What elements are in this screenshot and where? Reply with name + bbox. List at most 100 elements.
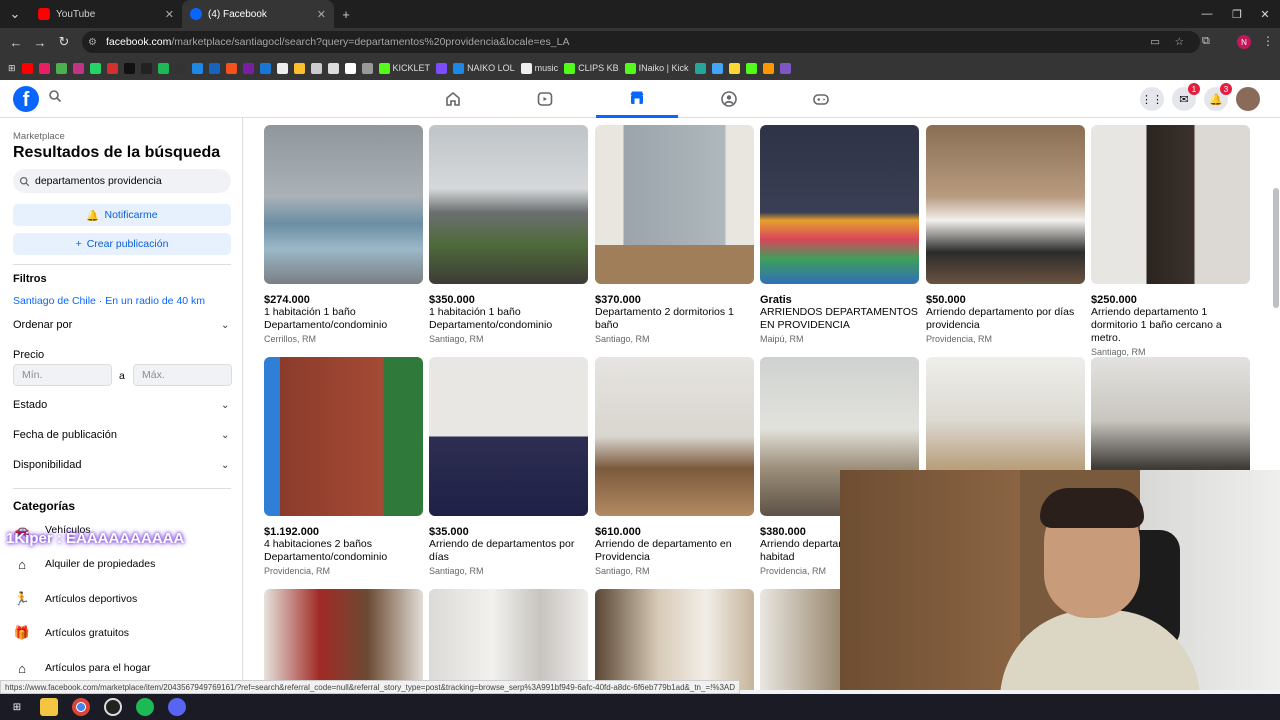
bookmark-item[interactable] — [140, 62, 152, 74]
notifications-bell-icon[interactable]: 🔔 3 — [1204, 83, 1232, 111]
install-icon[interactable]: ▭ — [1150, 36, 1160, 48]
listing-card[interactable]: $350.000 1 habitación 1 baño Departament… — [429, 125, 588, 344]
bookmark-item[interactable] — [779, 62, 791, 74]
menu-icon[interactable]: ⋮ — [1262, 34, 1274, 48]
availability-dropdown[interactable]: Disponibilidad ⌄ — [13, 459, 231, 471]
breadcrumb[interactable]: Marketplace — [13, 131, 65, 142]
menu-grid-icon[interactable]: ⋮⋮ — [1140, 87, 1164, 111]
account-avatar[interactable] — [1236, 87, 1260, 111]
listing-card[interactable]: $50.000 Arriendo departamento por días p… — [926, 125, 1085, 344]
bookmark-item[interactable] — [89, 62, 101, 74]
new-tab-button[interactable]: + — [334, 2, 358, 26]
listing-card[interactable]: $274.000 1 habitación 1 baño Departament… — [264, 125, 423, 344]
bookmark-item[interactable] — [276, 62, 288, 74]
bookmark-item[interactable] — [694, 62, 706, 74]
minimize-button[interactable]: — — [1192, 0, 1222, 28]
discord-icon[interactable] — [168, 698, 186, 716]
min-price-input[interactable]: Mín. — [13, 364, 112, 386]
tab-youtube[interactable]: YouTube ✕ — [30, 0, 182, 28]
listing-card[interactable] — [595, 589, 754, 690]
bookmark-item[interactable] — [762, 62, 774, 74]
apps-icon[interactable]: ⊞ — [8, 63, 16, 74]
category-free[interactable]: 🎁 Artículos gratuitos — [13, 618, 231, 648]
listing-card[interactable]: $1.192.000 4 habitaciones 2 baños Depart… — [264, 357, 423, 576]
extensions-icon[interactable]: ⧉ — [1202, 35, 1210, 48]
bookmark-kicklet[interactable]: KICKLET — [378, 62, 430, 74]
close-window-button[interactable]: ✕ — [1250, 0, 1280, 28]
listing-location: Cerrillos, RM — [264, 334, 317, 344]
bookmark-item[interactable] — [310, 62, 322, 74]
bookmark-item[interactable] — [745, 62, 757, 74]
bookmark-clips-kb[interactable]: CLIPS KB — [564, 62, 619, 74]
obs-icon[interactable] — [104, 698, 122, 716]
bookmark-item[interactable] — [174, 62, 186, 74]
nav-groups-icon[interactable] — [688, 80, 770, 118]
back-button[interactable]: ← — [4, 30, 28, 54]
nav-video-icon[interactable] — [504, 80, 586, 118]
listing-card[interactable]: $35.000 Arriendo de departamentos por dí… — [429, 357, 588, 576]
bookmark-item[interactable] — [225, 62, 237, 74]
bookmark-item[interactable] — [259, 62, 271, 74]
listing-card[interactable]: Gratis ARRIENDOS DEPARTAMENTOS EN PROVID… — [760, 125, 919, 344]
state-dropdown[interactable]: Estado ⌄ — [13, 399, 231, 411]
profile-avatar[interactable]: N — [1237, 35, 1251, 49]
bookmark-item[interactable] — [208, 62, 220, 74]
nav-home-icon[interactable] — [412, 80, 494, 118]
listing-card[interactable]: $250.000 Arriendo departamento 1 dormito… — [1091, 125, 1250, 357]
bookmark-item[interactable] — [106, 62, 118, 74]
nav-gaming-icon[interactable] — [780, 80, 862, 118]
create-listing-button[interactable]: + Crear publicación — [13, 233, 231, 255]
reload-button[interactable]: ↻ — [52, 30, 76, 54]
facebook-logo[interactable]: f — [13, 86, 39, 112]
maximize-button[interactable]: ❐ — [1222, 0, 1252, 28]
tab-list-button[interactable]: ⌄ — [0, 2, 30, 26]
bookmark-item[interactable] — [72, 62, 84, 74]
category-home[interactable]: ⌂ Artículos para el hogar — [13, 653, 231, 683]
spotify-icon[interactable] — [136, 698, 154, 716]
bookmark-item[interactable] — [711, 62, 723, 74]
sort-dropdown[interactable]: Ordenar por ⌄ — [13, 319, 231, 331]
file-explorer-icon[interactable] — [40, 698, 58, 716]
nav-marketplace-icon[interactable] — [596, 80, 678, 118]
bookmark-item[interactable] — [436, 62, 448, 74]
tab-facebook[interactable]: (4) Facebook ✕ — [182, 0, 334, 28]
bookmark-item[interactable] — [242, 62, 254, 74]
category-property-rental[interactable]: ⌂ Alquiler de propiedades — [13, 549, 231, 579]
notify-button[interactable]: 🔔 Notificarme — [13, 204, 231, 226]
site-info-icon[interactable]: ⚙ — [88, 37, 97, 48]
bookmark-inaiko-kick[interactable]: INaiko | Kick — [624, 62, 689, 74]
bookmark-item[interactable] — [361, 62, 373, 74]
create-label: Crear publicación — [86, 238, 169, 250]
bookmark-music[interactable]: music — [520, 62, 558, 74]
bookmark-item[interactable] — [21, 62, 33, 74]
date-dropdown[interactable]: Fecha de publicación ⌄ — [13, 429, 231, 441]
bookmark-item[interactable] — [191, 62, 203, 74]
bookmark-item[interactable] — [123, 62, 135, 74]
close-tab-icon[interactable]: ✕ — [317, 8, 326, 21]
search-icon[interactable] — [48, 89, 68, 109]
listing-card[interactable]: $370.000 Departamento 2 dormitorios 1 ba… — [595, 125, 754, 344]
listing-card[interactable] — [429, 589, 588, 690]
scrollbar[interactable] — [1273, 188, 1279, 308]
bookmark-item[interactable] — [38, 62, 50, 74]
chrome-icon[interactable] — [72, 698, 90, 716]
windows-start-icon[interactable]: ⊞ — [8, 698, 26, 716]
listing-card[interactable]: $610.000 Arriendo de departamento en Pro… — [595, 357, 754, 576]
location-filter-link[interactable]: Santiago de Chile · En un radio de 40 km — [13, 295, 205, 307]
bookmark-item[interactable] — [293, 62, 305, 74]
address-bar[interactable]: ⚙ facebook.com/marketplace/santiagocl/se… — [82, 31, 1200, 53]
close-tab-icon[interactable]: ✕ — [165, 8, 174, 21]
search-input[interactable]: departamentos providencia — [13, 169, 231, 193]
bookmark-star-icon[interactable]: ☆ — [1175, 36, 1184, 48]
messenger-icon[interactable]: ✉ 1 — [1172, 83, 1200, 111]
bookmark-item[interactable] — [344, 62, 356, 74]
bookmark-item[interactable] — [157, 62, 169, 74]
category-sports[interactable]: 🏃 Artículos deportivos — [13, 584, 231, 614]
bookmark-item[interactable] — [327, 62, 339, 74]
listing-card[interactable] — [264, 589, 423, 690]
bookmark-item[interactable] — [55, 62, 67, 74]
max-price-input[interactable]: Máx. — [133, 364, 232, 386]
forward-button[interactable]: → — [28, 30, 52, 54]
bookmark-naiko-lol[interactable]: NAIKO LOL — [453, 62, 515, 74]
bookmark-item[interactable] — [728, 62, 740, 74]
